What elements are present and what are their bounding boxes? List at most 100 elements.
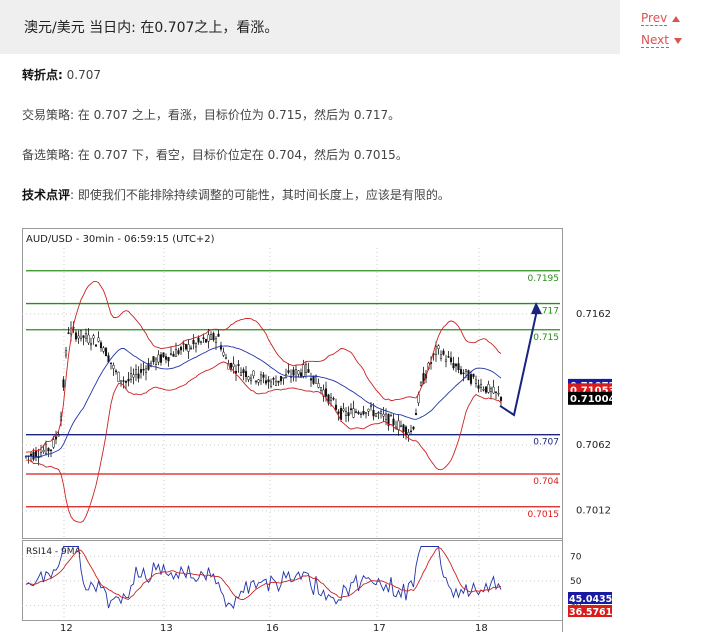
candle-body: [369, 404, 373, 407]
candle-body: [224, 357, 228, 359]
candle-body: [347, 412, 350, 416]
rsi-tick-label: 70: [570, 552, 582, 562]
candle-body: [194, 343, 198, 348]
x-tick-label: 18: [475, 623, 488, 632]
prev-label[interactable]: Prev: [641, 11, 668, 26]
candle-body: [297, 370, 300, 375]
candle-body: [419, 382, 423, 386]
pivot-value: 0.707: [62, 68, 101, 82]
candle-body: [89, 343, 93, 346]
next-label[interactable]: Next: [641, 33, 669, 48]
chart-title: AUD/USD - 30min - 06:59:15 (UTC+2): [26, 234, 215, 245]
moving-average-line: [25, 345, 502, 458]
candle-body: [267, 379, 270, 383]
candle-body: [344, 411, 348, 417]
candle-body: [169, 353, 173, 356]
candle-body: [77, 335, 80, 339]
candle-body: [282, 377, 285, 379]
candle-body: [292, 369, 295, 376]
candle-body: [467, 370, 470, 381]
candle-body: [459, 369, 463, 374]
candle-body: [144, 368, 148, 373]
candle-body: [102, 347, 105, 352]
candle-body: [487, 384, 490, 393]
candle-body: [462, 372, 465, 375]
candle-body: [202, 337, 205, 339]
x-tick-label: 13: [160, 623, 173, 632]
arrow-up-icon: [672, 15, 681, 22]
candle-body: [384, 413, 388, 420]
candle-body: [49, 449, 53, 451]
candle-body: [32, 452, 35, 460]
candle-body: [142, 368, 145, 371]
arrow-down-icon: [673, 37, 682, 44]
candle-body: [497, 392, 500, 395]
candle-body: [84, 333, 88, 339]
candle-body: [177, 350, 180, 354]
candle-body: [159, 354, 163, 363]
candle-body: [299, 372, 303, 377]
candle-body: [237, 364, 240, 366]
level-label: 0.704: [533, 477, 559, 487]
candle-body: [357, 412, 360, 414]
candle-body: [257, 379, 260, 383]
candle-body: [52, 439, 55, 448]
candle-body: [367, 408, 370, 412]
candle-body: [207, 334, 210, 342]
candle-body: [499, 396, 503, 401]
rsi-tag-label: 45.0435: [569, 594, 612, 605]
candle-body: [342, 408, 345, 411]
candle-body: [324, 388, 328, 397]
y-tick-label: 0.7012: [576, 506, 611, 517]
candle-body: [362, 411, 365, 415]
candle-body: [337, 411, 340, 414]
candle-body: [127, 378, 130, 382]
level-label: 0.7015: [528, 510, 560, 520]
candle-body: [407, 432, 410, 435]
candle-body: [42, 449, 45, 452]
candle-body: [354, 411, 358, 413]
candle-body: [109, 362, 113, 364]
candle-body: [392, 418, 395, 426]
candle-body: [469, 374, 473, 384]
next-link[interactable]: Next: [641, 33, 682, 48]
strategy-value: 在 0.707 之上，看涨，目标价位为 0.715，然后为 0.717。: [74, 108, 401, 122]
candle-body: [279, 375, 283, 382]
rsi-ma-line: [25, 546, 502, 600]
candle-body: [444, 359, 448, 362]
candle-body: [352, 408, 355, 418]
y-tick-label: 0.7062: [576, 440, 611, 451]
candle-body: [339, 408, 343, 420]
candle-body: [364, 412, 368, 415]
candle-body: [54, 436, 58, 440]
prev-link[interactable]: Prev: [641, 11, 681, 26]
candle-body: [67, 332, 70, 334]
candle-body: [477, 385, 480, 389]
candle-body: [349, 408, 353, 410]
pivot-label: 转折点:: [22, 68, 63, 82]
comment-paragraph: 技术点评: 即使我们不能排除持续调整的可能性，其时间长度上，应该是有限的。: [22, 186, 450, 203]
candle-body: [437, 345, 440, 349]
candle-body: [264, 380, 268, 384]
candle-body: [97, 337, 100, 342]
candle-body: [154, 358, 158, 365]
candle-body: [452, 363, 455, 369]
candle-body: [122, 380, 125, 382]
strategy-paragraph: 交易策略: 在 0.707 之上，看涨，目标价位为 0.715，然后为 0.71…: [22, 106, 400, 123]
candle-body: [134, 369, 138, 375]
candle-body: [442, 350, 445, 355]
candle-body: [287, 370, 290, 373]
candle-body: [212, 333, 215, 341]
candle-body: [484, 386, 488, 393]
candle-body: [262, 374, 265, 378]
candle-body: [389, 415, 393, 417]
candle-body: [222, 351, 225, 356]
comment-value: : 即使我们不能排除持续调整的可能性，其时间长度上，应该是有限的。: [70, 188, 450, 202]
candle-body: [489, 388, 493, 392]
candle-body: [137, 373, 140, 379]
candle-body: [472, 374, 475, 377]
candle-body: [132, 374, 135, 378]
level-label: 0.715: [533, 333, 559, 343]
candle-body: [372, 410, 375, 417]
candle-body: [329, 397, 333, 401]
